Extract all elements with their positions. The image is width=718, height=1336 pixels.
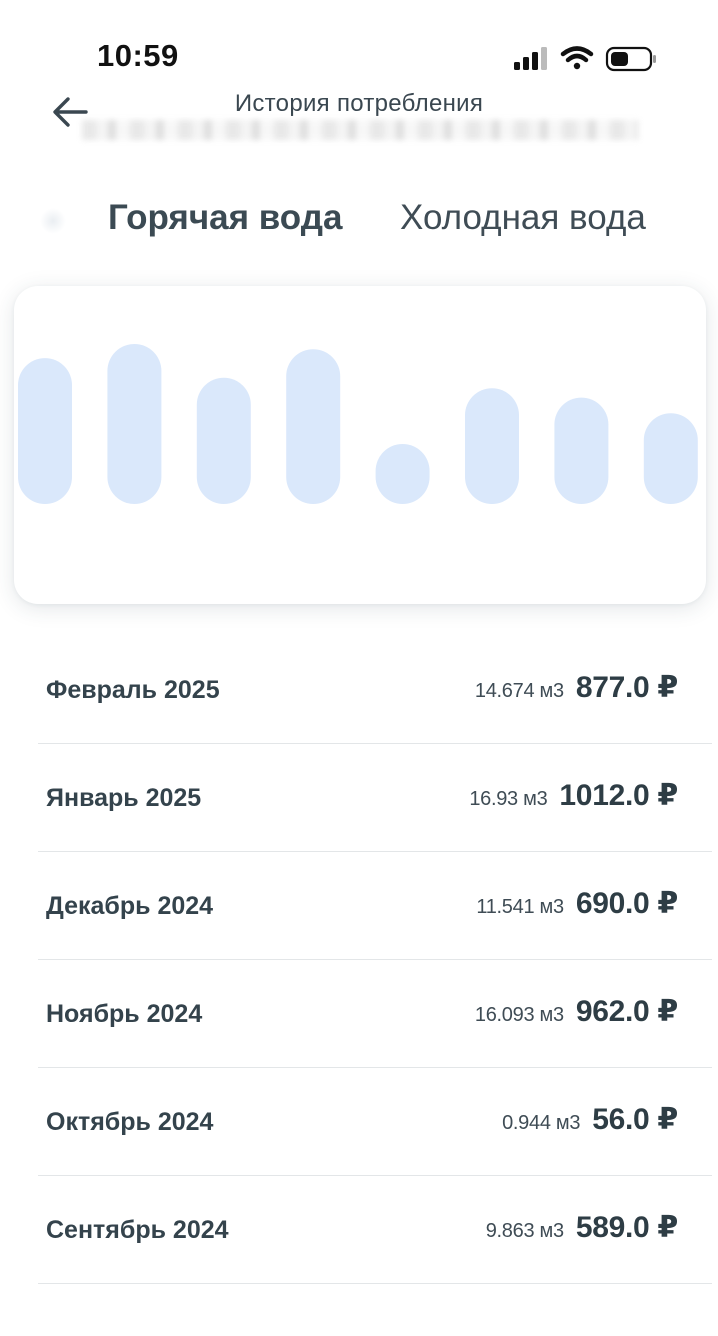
row-month: Декабрь 2024: [46, 892, 214, 920]
status-time: 10:59: [97, 38, 179, 73]
row-volume: 16.93 м3: [469, 788, 548, 810]
history-list: Февраль 2025 14.674 м3 877.0 ₽ Январь 20…: [38, 636, 712, 1284]
wifi-icon: [560, 46, 594, 70]
history-row[interactable]: Ноябрь 2024 16.093 м3 962.0 ₽: [38, 960, 712, 1068]
chart-bar[interactable]: [107, 344, 162, 504]
row-volume: 14.674 м3: [474, 680, 564, 702]
history-row[interactable]: Январь 2025 16.93 м3 1012.0 ₽: [38, 744, 712, 852]
blurred-address: [82, 120, 638, 140]
row-amount: 690.0 ₽: [575, 887, 678, 920]
chart-bar[interactable]: [18, 358, 72, 504]
row-volume: 16.093 м3: [474, 1004, 564, 1026]
water-type-tabs: Горячая вода Холодная вода: [0, 190, 718, 250]
row-month: Январь 2025: [46, 784, 202, 812]
history-row[interactable]: Октябрь 2024 0.944 м3 56.0 ₽: [38, 1068, 712, 1176]
row-amount: 589.0 ₽: [575, 1211, 678, 1244]
row-volume: 9.863 м3: [485, 1220, 564, 1242]
row-month: Февраль 2025: [46, 676, 220, 704]
row-month: Сентябрь 2024: [46, 1216, 229, 1244]
history-row[interactable]: Февраль 2025 14.674 м3 877.0 ₽: [38, 636, 712, 744]
history-row[interactable]: Сентябрь 2024 9.863 м3 589.0 ₽: [38, 1176, 712, 1284]
row-month: Ноябрь 2024: [46, 1000, 203, 1028]
chart-bar[interactable]: [286, 349, 341, 504]
page-title: История потребления: [234, 90, 484, 117]
tab-hot-water[interactable]: Горячая вода: [108, 198, 342, 238]
chart-bar[interactable]: [643, 413, 698, 504]
cellular-signal-icon: [514, 47, 547, 70]
row-amount: 962.0 ₽: [575, 995, 678, 1028]
status-bar: 10:59: [0, 0, 718, 90]
row-amount: 1012.0 ₽: [559, 779, 678, 812]
tab-scroll-fade: [40, 208, 66, 234]
consumption-chart-card: [14, 286, 706, 604]
row-amount: 877.0 ₽: [575, 671, 678, 704]
chart-bar[interactable]: [465, 388, 519, 504]
tab-cold-water[interactable]: Холодная вода: [400, 198, 646, 238]
row-amount: 56.0 ₽: [592, 1103, 678, 1136]
chart-bar[interactable]: [196, 377, 251, 504]
chart-bar[interactable]: [375, 444, 430, 504]
row-month: Октябрь 2024: [46, 1108, 214, 1136]
row-volume: 11.541 м3: [476, 896, 564, 918]
consumption-chart: [18, 344, 698, 504]
history-row[interactable]: Декабрь 2024 11.541 м3 690.0 ₽: [38, 852, 712, 960]
chart-bar[interactable]: [554, 397, 609, 504]
header: История потребления: [0, 80, 718, 150]
battery-icon: [605, 46, 656, 72]
row-volume: 0.944 м3: [502, 1112, 581, 1134]
status-icons: [510, 44, 660, 74]
